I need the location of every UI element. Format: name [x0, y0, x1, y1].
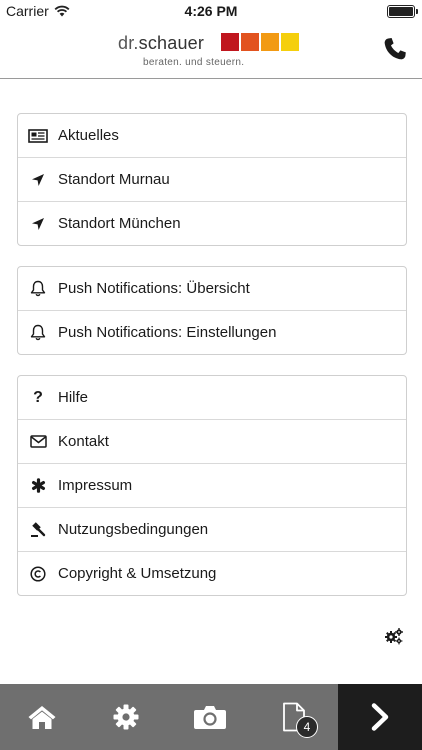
menu-group-news-locations: Aktuelles Standort Murnau Standort Münch… — [17, 113, 407, 246]
menu-item-label: Push Notifications: Einstellungen — [58, 324, 277, 341]
menu-item-kontakt[interactable]: Kontakt — [18, 420, 406, 464]
gear-icon — [113, 704, 139, 730]
asterisk-icon — [31, 478, 45, 493]
cogs-icon — [385, 628, 403, 645]
logo-square-yellow — [281, 33, 299, 51]
clock: 4:26 PM — [184, 3, 238, 19]
logo-color-squares — [221, 33, 299, 51]
settings-button[interactable] — [84, 684, 168, 750]
menu-item-label: Push Notifications: Übersicht — [58, 280, 250, 297]
gavel-icon — [31, 521, 46, 537]
phone-icon — [384, 38, 406, 60]
question-icon: ? — [33, 388, 43, 406]
battery-icon — [387, 5, 418, 18]
bell-icon — [30, 280, 46, 297]
call-button[interactable] — [382, 36, 408, 62]
logo-name: schauer — [138, 33, 205, 53]
envelope-icon — [29, 435, 47, 448]
logo-tagline: beraten. und steuern. — [143, 57, 245, 68]
logo-wordmark: dr.schauer — [118, 33, 204, 54]
menu-item-standort-murnau[interactable]: Standort Murnau — [18, 158, 406, 202]
menu-group-push-notifications: Push Notifications: Übersicht Push Notif… — [17, 266, 407, 355]
menu-item-label: Standort Murnau — [58, 171, 170, 188]
home-icon — [28, 706, 56, 729]
app-logo: dr.schauer beraten. und steuern. — [118, 32, 308, 72]
menu-item-impressum[interactable]: Impressum — [18, 464, 406, 508]
logo-square-orange — [241, 33, 259, 51]
menu-item-label: Standort München — [58, 215, 181, 232]
menu-item-label: Kontakt — [58, 433, 109, 450]
menu-item-push-uebersicht[interactable]: Push Notifications: Übersicht — [18, 267, 406, 311]
newspaper-icon — [28, 128, 48, 143]
logo-square-amber — [261, 33, 279, 51]
documents-button[interactable] — [252, 684, 336, 750]
menu-item-nutzungsbedingungen[interactable]: Nutzungsbedingungen — [18, 508, 406, 552]
menu-item-label: Aktuelles — [58, 127, 119, 144]
app-header: dr.schauer beraten. und steuern. — [0, 22, 422, 79]
location-arrow-icon — [32, 217, 44, 230]
status-bar: Carrier 4:26 PM — [0, 0, 422, 22]
menu-item-label: Nutzungsbedingungen — [58, 521, 209, 538]
menu-item-hilfe[interactable]: ? Hilfe — [18, 376, 406, 420]
bell-icon — [30, 324, 46, 341]
document-count-badge: 4 — [296, 716, 318, 738]
camera-icon — [194, 706, 226, 729]
next-button[interactable] — [338, 684, 422, 750]
menu-item-standort-muenchen[interactable]: Standort München — [18, 202, 406, 245]
menu-item-label: Copyright & Umsetzung — [58, 565, 217, 582]
menu-item-label: Hilfe — [58, 389, 89, 406]
menu-item-aktuelles[interactable]: Aktuelles — [18, 114, 406, 158]
advanced-settings-button[interactable] — [384, 627, 404, 645]
menu-item-copyright[interactable]: Copyright & Umsetzung — [18, 552, 406, 595]
menu-group-info: ? Hilfe Kontakt Impressum Nutzungsbeding… — [17, 375, 407, 596]
logo-square-red — [221, 33, 239, 51]
copyright-icon — [30, 565, 46, 582]
chevron-right-icon — [371, 703, 389, 731]
camera-button[interactable] — [168, 684, 252, 750]
location-arrow-icon — [32, 173, 44, 186]
logo-prefix: dr. — [118, 33, 139, 53]
bottom-toolbar — [0, 684, 422, 750]
home-button[interactable] — [0, 684, 84, 750]
menu-item-label: Impressum — [58, 477, 133, 494]
menu-item-push-einstellungen[interactable]: Push Notifications: Einstellungen — [18, 311, 406, 354]
